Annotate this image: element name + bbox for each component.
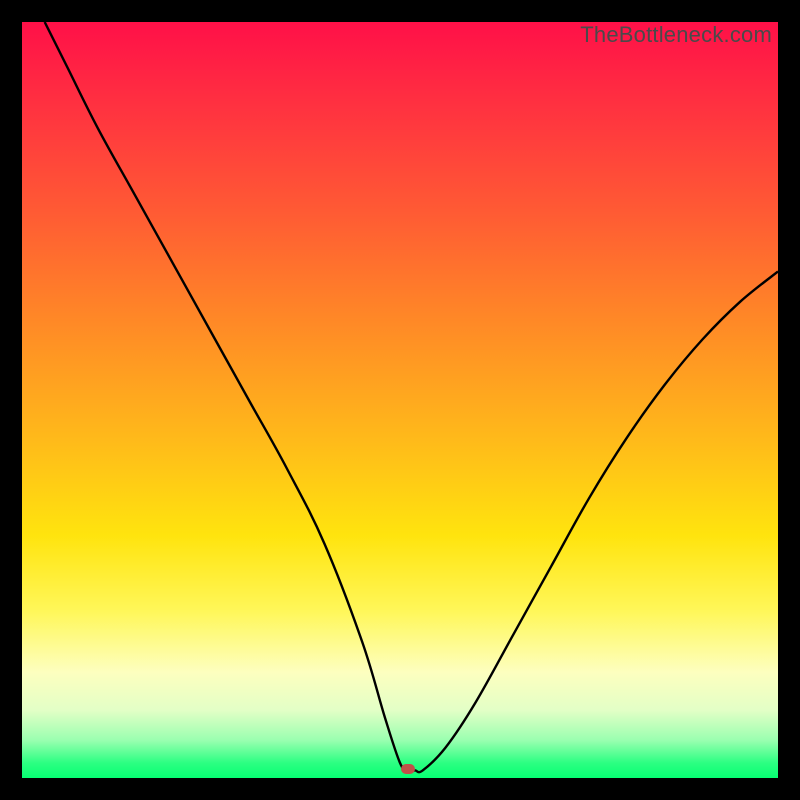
- bottleneck-marker: [401, 764, 415, 774]
- plot-area: TheBottleneck.com: [22, 22, 778, 778]
- chart-frame: TheBottleneck.com: [0, 0, 800, 800]
- bottleneck-curve: [22, 22, 778, 778]
- curve-path: [45, 22, 778, 772]
